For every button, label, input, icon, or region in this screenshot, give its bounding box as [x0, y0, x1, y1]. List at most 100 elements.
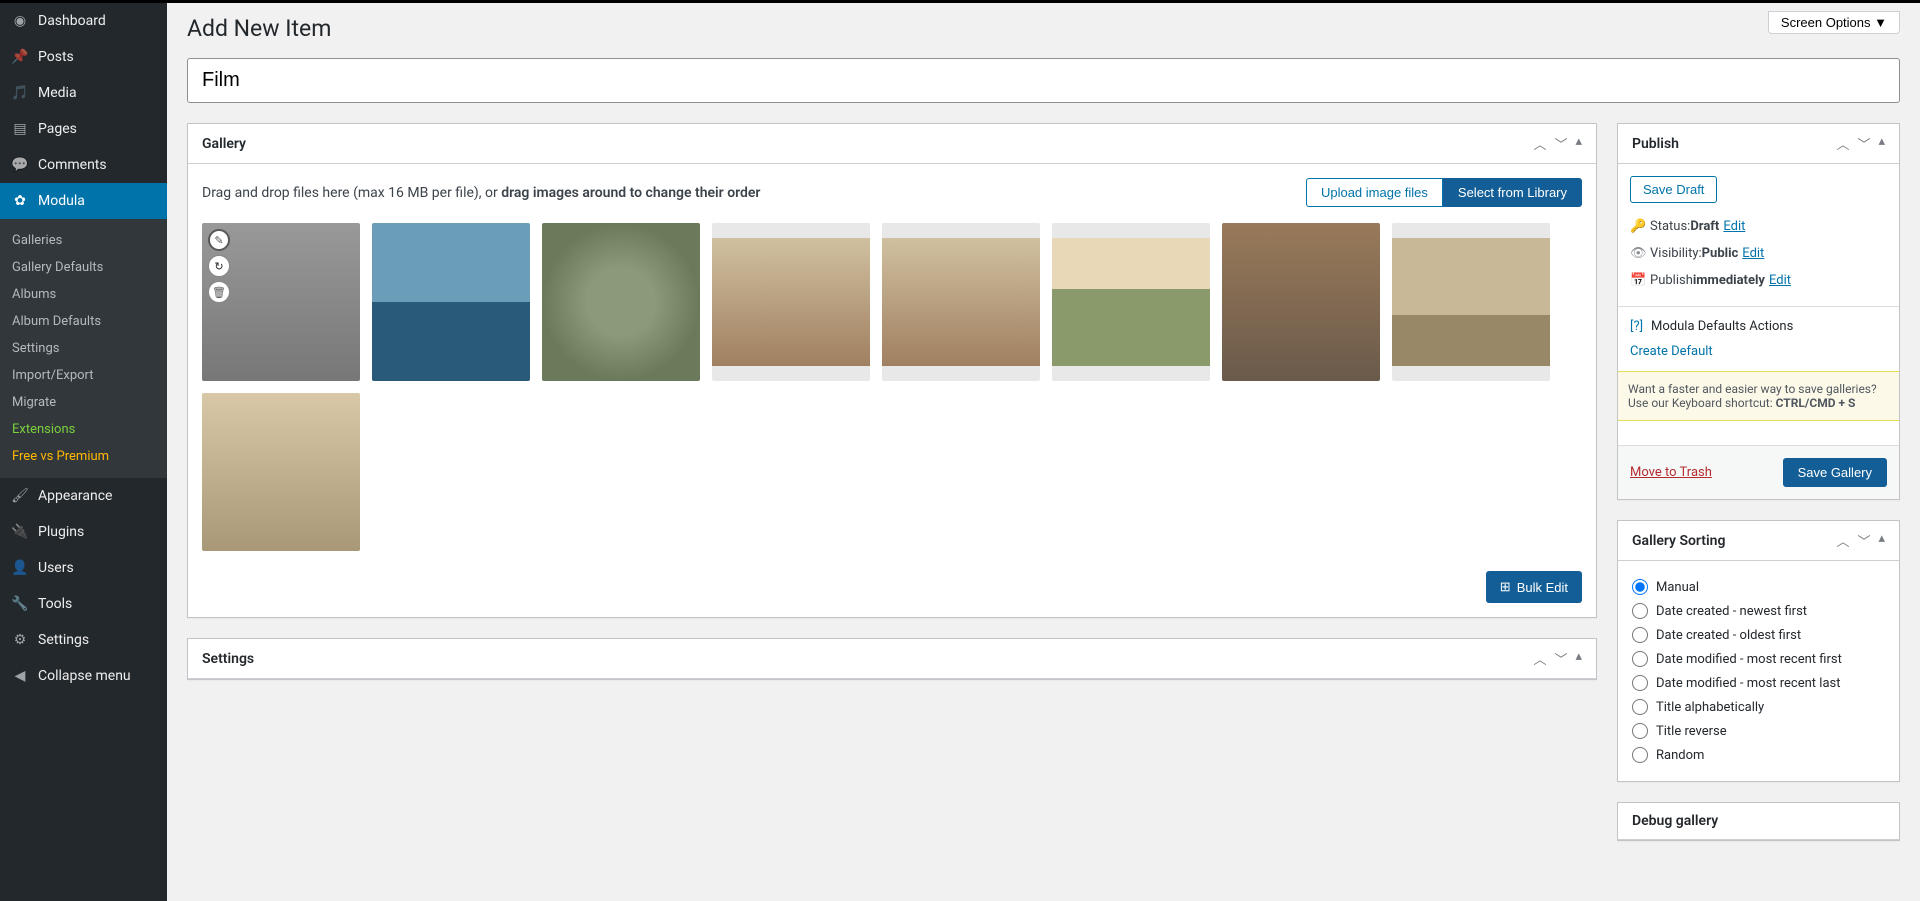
debug-title: Debug gallery	[1632, 813, 1718, 829]
menu-modula[interactable]: ✿Modula	[0, 183, 167, 219]
sort-radio[interactable]	[1632, 603, 1648, 619]
toggle-icon[interactable]: ▴	[1575, 649, 1582, 668]
sort-option[interactable]: Title alphabetically	[1632, 695, 1885, 719]
gallery-title: Gallery	[202, 136, 246, 152]
sort-option[interactable]: Date created - newest first	[1632, 599, 1885, 623]
sort-radio[interactable]	[1632, 675, 1648, 691]
menu-dashboard[interactable]: ◉Dashboard	[0, 3, 167, 39]
sort-option[interactable]: Manual	[1632, 575, 1885, 599]
eye-icon: 👁	[1630, 246, 1650, 261]
pin-icon: 📌	[10, 47, 30, 67]
sort-radio[interactable]	[1632, 651, 1648, 667]
settings-title: Settings	[202, 651, 254, 667]
gallery-thumb[interactable]	[882, 223, 1040, 381]
sliders-icon: ⚙	[10, 630, 30, 650]
submenu-album-defaults[interactable]: Album Defaults	[0, 308, 167, 335]
sort-option[interactable]: Date modified - most recent first	[1632, 647, 1885, 671]
gallery-thumb[interactable]	[1222, 223, 1380, 381]
bulk-edit-button[interactable]: ⊞Bulk Edit	[1486, 571, 1582, 603]
sort-radio[interactable]	[1632, 747, 1648, 763]
create-default-link[interactable]: Create Default	[1630, 344, 1713, 359]
gallery-thumb[interactable]	[1052, 223, 1210, 381]
toggle-icon[interactable]: ▴	[1878, 134, 1885, 153]
move-to-trash-link[interactable]: Move to Trash	[1630, 465, 1712, 480]
sort-radio[interactable]	[1632, 579, 1648, 595]
toggle-icon[interactable]: ▴	[1575, 134, 1582, 153]
sort-option[interactable]: Title reverse	[1632, 719, 1885, 743]
save-gallery-button[interactable]: Save Gallery	[1783, 458, 1887, 487]
upload-hint: Drag and drop files here (max 16 MB per …	[202, 185, 760, 201]
dashboard-icon: ◉	[10, 11, 30, 31]
edit-visibility-link[interactable]: Edit	[1742, 246, 1764, 261]
help-icon: [?]	[1630, 319, 1643, 334]
shuffle-icon[interactable]: ↻	[208, 255, 230, 277]
move-up-icon[interactable]: ︿	[1533, 649, 1546, 668]
wrench-icon: 🔧	[10, 594, 30, 614]
admin-sidebar: ◉Dashboard 📌Posts 🎵Media ▤Pages 💬Comment…	[0, 3, 167, 901]
sort-option[interactable]: Date modified - most recent last	[1632, 671, 1885, 695]
gallery-thumb[interactable]	[1392, 223, 1550, 381]
menu-posts[interactable]: 📌Posts	[0, 39, 167, 75]
menu-users[interactable]: 👤Users	[0, 550, 167, 586]
toggle-icon[interactable]: ▴	[1878, 531, 1885, 550]
move-down-icon[interactable]: ﹀	[1554, 134, 1567, 153]
screen-options-button[interactable]: Screen Options ▼	[1768, 11, 1900, 34]
gallery-postbox: Gallery ︿ ﹀ ▴ Drag and drop files here (…	[187, 123, 1597, 618]
page-title: Add New Item	[187, 3, 1900, 58]
move-up-icon[interactable]: ︿	[1836, 531, 1849, 550]
gallery-thumb[interactable]	[202, 393, 360, 551]
gallery-sorting-postbox: Gallery Sorting ︿ ﹀ ▴ ManualDate created…	[1617, 520, 1900, 782]
submenu-import-export[interactable]: Import/Export	[0, 362, 167, 389]
edit-publish-link[interactable]: Edit	[1769, 273, 1791, 288]
sort-radio[interactable]	[1632, 627, 1648, 643]
main-content: Screen Options ▼ Add New Item Gallery ︿ …	[167, 3, 1920, 901]
menu-collapse[interactable]: ◀Collapse menu	[0, 658, 167, 694]
save-draft-button[interactable]: Save Draft	[1630, 176, 1717, 203]
edit-status-link[interactable]: Edit	[1723, 219, 1745, 234]
gallery-thumb[interactable]	[542, 223, 700, 381]
sorting-options: ManualDate created - newest firstDate cr…	[1618, 561, 1899, 781]
plug-icon: 🔌	[10, 522, 30, 542]
grid-icon: ⊞	[1500, 579, 1511, 595]
brush-icon: 🖌	[10, 486, 30, 506]
menu-pages[interactable]: ▤Pages	[0, 111, 167, 147]
publish-postbox: Publish ︿ ﹀ ▴ Save Draft 🔑 Status: Draft	[1617, 123, 1900, 500]
sort-option[interactable]: Random	[1632, 743, 1885, 767]
trash-icon[interactable]: 🗑	[208, 281, 230, 303]
sorting-title: Gallery Sorting	[1632, 533, 1725, 549]
sort-radio[interactable]	[1632, 699, 1648, 715]
move-down-icon[interactable]: ﹀	[1857, 531, 1870, 550]
menu-tools[interactable]: 🔧Tools	[0, 586, 167, 622]
menu-settings[interactable]: ⚙Settings	[0, 622, 167, 658]
gallery-grid[interactable]: ✎ ↻ 🗑	[202, 223, 1582, 551]
defaults-actions-label: Modula Defaults Actions	[1651, 319, 1793, 334]
menu-media[interactable]: 🎵Media	[0, 75, 167, 111]
submenu-albums[interactable]: Albums	[0, 281, 167, 308]
edit-image-icon[interactable]: ✎	[208, 229, 230, 251]
select-from-library-button[interactable]: Select from Library	[1443, 178, 1582, 207]
upload-image-files-button[interactable]: Upload image files	[1306, 178, 1443, 207]
menu-plugins[interactable]: 🔌Plugins	[0, 514, 167, 550]
submenu-gallery-defaults[interactable]: Gallery Defaults	[0, 254, 167, 281]
submenu-galleries[interactable]: Galleries	[0, 227, 167, 254]
move-up-icon[interactable]: ︿	[1533, 134, 1546, 153]
menu-comments[interactable]: 💬Comments	[0, 147, 167, 183]
submenu-extensions[interactable]: Extensions	[0, 416, 167, 443]
submenu-migrate[interactable]: Migrate	[0, 389, 167, 416]
sort-radio[interactable]	[1632, 723, 1648, 739]
menu-appearance[interactable]: 🖌Appearance	[0, 478, 167, 514]
title-input[interactable]	[187, 58, 1900, 103]
key-icon: 🔑	[1630, 219, 1650, 234]
move-up-icon[interactable]: ︿	[1836, 134, 1849, 153]
gallery-thumb[interactable]	[372, 223, 530, 381]
submenu-settings[interactable]: Settings	[0, 335, 167, 362]
move-down-icon[interactable]: ﹀	[1554, 649, 1567, 668]
user-icon: 👤	[10, 558, 30, 578]
submenu-free-vs-premium[interactable]: Free vs Premium	[0, 443, 167, 470]
move-down-icon[interactable]: ﹀	[1857, 134, 1870, 153]
gallery-thumb[interactable]	[712, 223, 870, 381]
media-icon: 🎵	[10, 83, 30, 103]
gallery-thumb[interactable]: ✎ ↻ 🗑	[202, 223, 360, 381]
sort-option[interactable]: Date created - oldest first	[1632, 623, 1885, 647]
collapse-icon: ◀	[10, 666, 30, 686]
